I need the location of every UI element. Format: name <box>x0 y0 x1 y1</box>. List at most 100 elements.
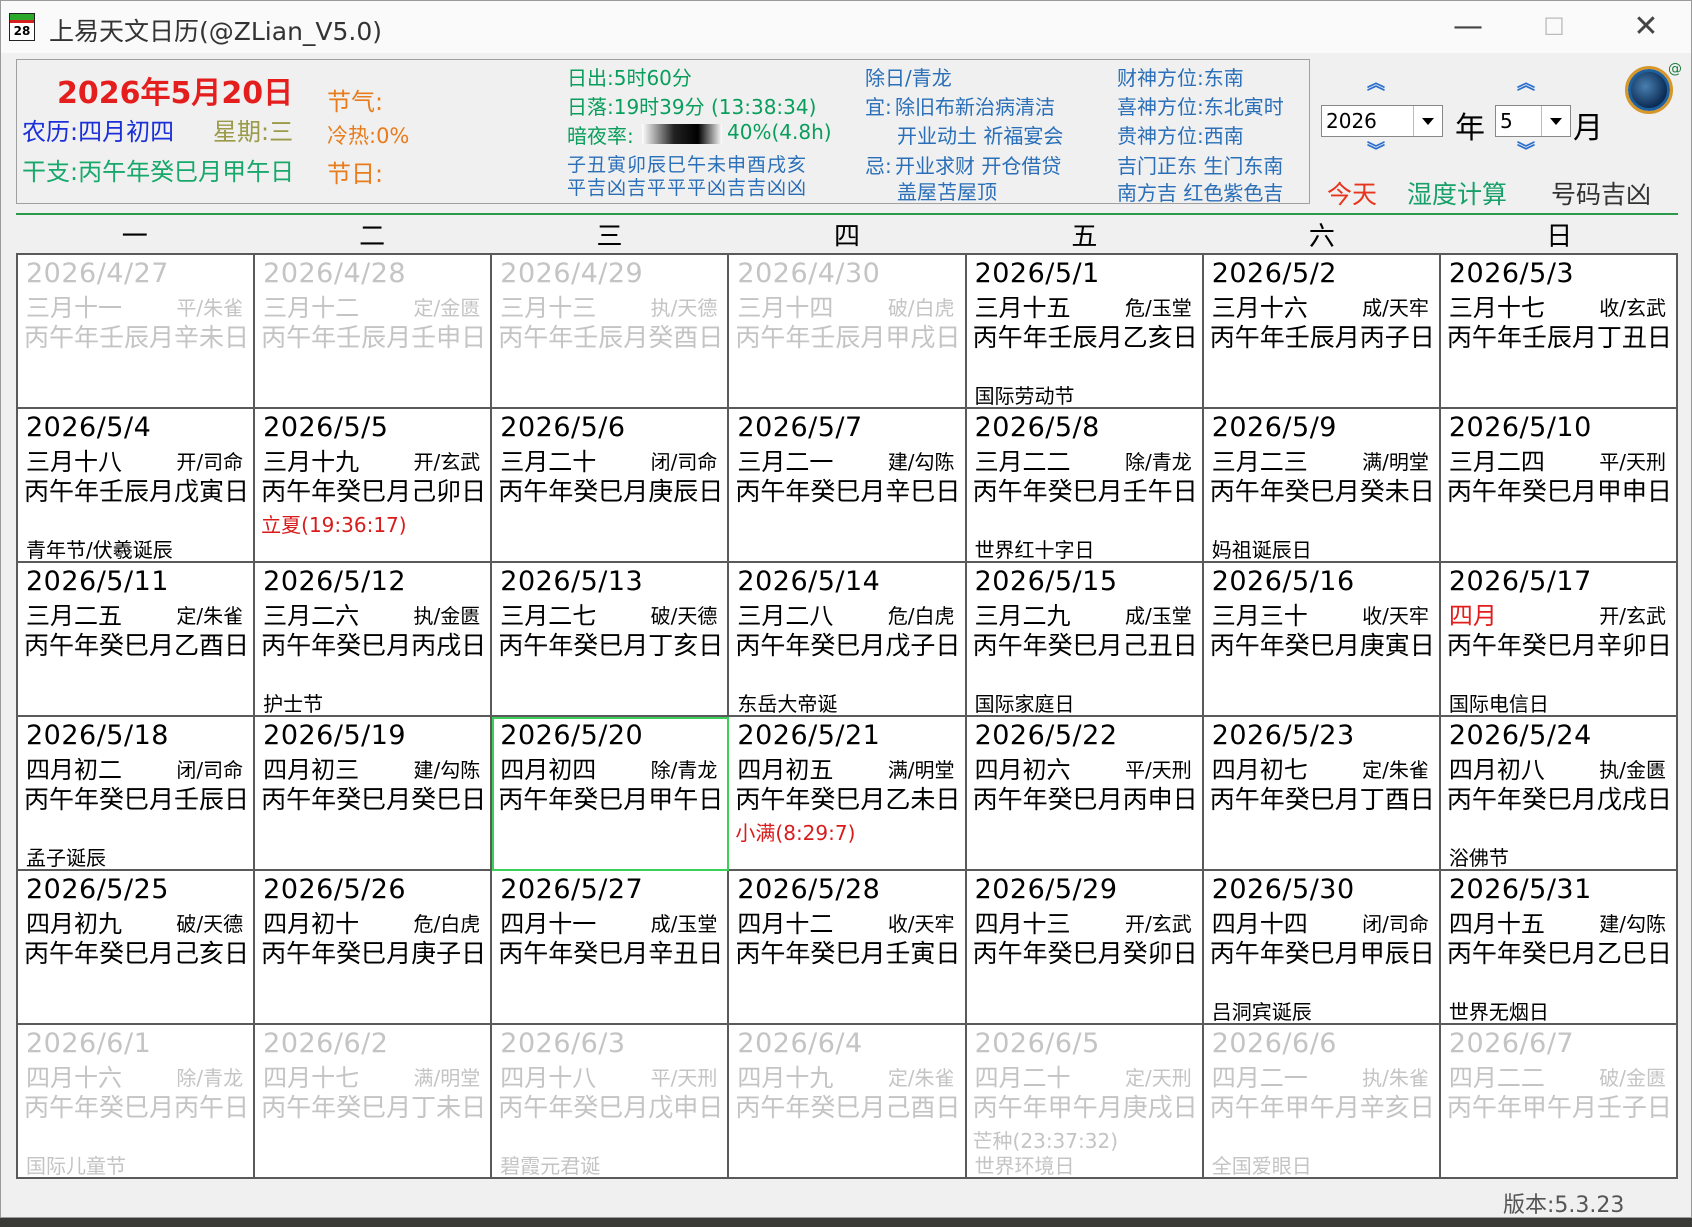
ganzhi-text: 丙午年癸巳月乙巳日 <box>1446 939 1672 968</box>
day-cell[interactable]: 2026/5/26 四月初十 危/白虎 丙午年癸巳月庚子日 <box>255 871 493 1025</box>
solar-date-text: 2026/6/3 <box>500 1028 626 1059</box>
day-cell[interactable]: 2026/5/6 三月二十 闭/司命 丙午年癸巳月庚辰日 <box>492 409 730 563</box>
day-cell[interactable]: 2026/5/16 三月三十 收/天牢 丙午年癸巳月庚寅日 <box>1203 563 1441 717</box>
day-cell[interactable]: 2026/5/29 四月十三 开/玄武 丙午年癸巳月癸卯日 <box>966 871 1204 1025</box>
year-down-icon[interactable]: ︾ <box>1367 137 1385 163</box>
ganzhi-text: 丙午年癸巳月戊子日 <box>735 631 961 660</box>
day-cell[interactable]: 2026/5/7 三月二一 建/勾陈 丙午年癸巳月辛巳日 <box>729 409 967 563</box>
ganzhi-text: 丙午年癸巳月甲午日 <box>498 785 724 814</box>
day-cell[interactable]: 2026/6/7 四月二二 破/金匮 丙午年甲午月壬子日 <box>1440 1025 1678 1179</box>
day-cell[interactable]: 2026/5/28 四月十二 收/天牢 丙午年癸巳月壬寅日 <box>729 871 967 1025</box>
day-cell[interactable]: 2026/6/4 四月十九 定/朱雀 丙午年癸巳月己酉日 <box>729 1025 967 1179</box>
day-cell[interactable]: 2026/5/15 三月二九 成/玉堂 丙午年癸巳月己丑日 国际家庭日 <box>966 563 1204 717</box>
ganzhi-text: 丙午年癸巳月乙酉日 <box>24 631 250 660</box>
solar-date-text: 2026/5/30 <box>1211 874 1355 905</box>
day-cell[interactable]: 2026/5/27 四月十一 成/玉堂 丙午年癸巳月辛丑日 <box>492 871 730 1025</box>
festival-text: 国际劳动节 <box>974 384 1075 408</box>
humidity-button[interactable]: 湿度计算 <box>1407 175 1507 211</box>
solar-date-text: 2026/4/29 <box>500 258 644 289</box>
day-cell[interactable]: 2026/4/27 三月十一 平/朱雀 丙午年壬辰月辛未日 <box>18 255 256 409</box>
solar-date-text: 2026/5/21 <box>737 720 881 751</box>
ganzhi-text: 丙午年癸巳月己酉日 <box>735 1093 961 1122</box>
ganzhi-text: 丙午年壬辰月丁丑日 <box>1446 323 1672 352</box>
maximize-button[interactable]: ☐ <box>1529 7 1579 47</box>
day-cell[interactable]: 2026/5/9 三月二三 满/明堂 丙午年癸巳月癸未日 妈祖诞辰日 <box>1203 409 1441 563</box>
month-calendar: 一 二 三 四 五 六 日 2026/4/27 三月十一 平/朱雀 丙午年壬辰月辛未日… <box>16 217 1678 1179</box>
calendar-app-icon: 28 <box>9 13 35 41</box>
number-luck-button[interactable]: 号码吉凶 <box>1551 175 1651 211</box>
day-cell[interactable]: 2026/5/22 四月初六 平/天刑 丙午年癸巳月丙申日 <box>966 717 1204 871</box>
solar-date-text: 2026/4/27 <box>26 258 169 289</box>
avatar-at-badge: @ <box>1668 61 1682 77</box>
month-unit: 月 <box>1573 111 1603 146</box>
solar-date-text: 2026/5/13 <box>500 566 644 597</box>
day-cell[interactable]: 2026/5/14 三月二八 危/白虎 丙午年癸巳月戊子日 东岳大帝诞 <box>729 563 967 717</box>
close-button[interactable]: ✕ <box>1621 7 1671 47</box>
solar-date-text: 2026/5/26 <box>263 874 407 905</box>
day-grid: 2026/4/27 三月十一 平/朱雀 丙午年壬辰月辛未日 2026/4/28 三月十二定… <box>16 253 1678 1179</box>
day-cell[interactable]: 2026/5/8 三月二二 除/青龙 丙午年癸巳月壬午日 世界红十字日 <box>966 409 1204 563</box>
lunar-date: 农历:四月初四 <box>22 118 175 146</box>
day-officer-text: 除/青龙 <box>1124 450 1192 474</box>
day-cell[interactable]: 2026/6/2 四月十七 满/明堂 丙午年癸巳月丁未日 <box>255 1025 493 1179</box>
solar-date-text: 2026/5/28 <box>737 874 881 905</box>
title-bar[interactable]: 28 上易天文日历(@ZLian_V5.0) — ☐ ✕ <box>1 1 1691 53</box>
user-avatar[interactable] <box>1625 66 1673 114</box>
day-cell[interactable]: 2026/5/1 三月十五 危/玉堂 丙午年壬辰月乙亥日 国际劳动节 <box>966 255 1204 409</box>
day-cell[interactable]: 2026/5/13 三月二七 破/天德 丙午年癸巳月丁亥日 <box>492 563 730 717</box>
month-select[interactable]: 5 <box>1495 105 1571 137</box>
day-cell[interactable]: 2026/5/12 三月二六 执/金匮 丙午年癸巳月丙戌日 护士节 <box>255 563 493 717</box>
day-cell[interactable]: 2026/6/1 四月十六 除/青龙 丙午年癸巳月丙午日 国际儿童节 <box>18 1025 256 1179</box>
day-cell[interactable]: 2026/5/4 三月十八 开/司命 丙午年壬辰月戊寅日 青年节/伏羲诞辰 <box>18 409 256 563</box>
year-select[interactable]: 2026 <box>1321 105 1443 137</box>
day-cell[interactable]: 2026/5/30 四月十四 闭/司命 丙午年癸巳月甲辰日 吕洞宾诞辰 <box>1203 871 1441 1025</box>
solar-date-text: 2026/5/23 <box>1211 720 1355 751</box>
month-up-icon[interactable]: ︽ <box>1517 69 1535 95</box>
year-dropdown-arrow-icon[interactable] <box>1413 106 1442 136</box>
day-cell[interactable]: 2026/5/31 四月十五 建/勾陈 丙午年癸巳月乙巳日 世界无烟日 <box>1440 871 1678 1025</box>
day-cell[interactable]: 2026/5/24 四月初八 执/金匮 丙午年癸巳月戊戌日 浴佛节 <box>1440 717 1678 871</box>
day-officer-text: 成/玉堂 <box>650 912 718 936</box>
day-cell[interactable]: 2026/5/10 三月二四 平/天刑 丙午年癸巳月甲申日 <box>1440 409 1678 563</box>
day-cell[interactable]: 2026/6/6 四月二一 执/朱雀 丙午年甲午月辛亥日 全国爱眼日 <box>1203 1025 1441 1179</box>
day-cell[interactable]: 2026/5/25 四月初九 破/天德 丙午年癸巳月己亥日 <box>18 871 256 1025</box>
ganzhi-text: 丙午年癸巳月癸巳日 <box>261 785 487 814</box>
day-cell[interactable]: 2026/5/19 四月初三 建/勾陈 丙午年癸巳月癸巳日 <box>255 717 493 871</box>
ganzhi-text: 丙午年癸巳月己卯日 <box>261 477 487 506</box>
day-cell[interactable]: 2026/4/28 三月十二 定/金匮 丙午年壬辰月壬申日 <box>255 255 493 409</box>
day-cell[interactable]: 2026/5/2 三月十六 成/天牢 丙午年壬辰月丙子日 <box>1203 255 1441 409</box>
day-cell[interactable]: 2026/4/29 三月十三 执/天德 丙午年壬辰月癸酉日 <box>492 255 730 409</box>
ganzhi-text: 丙午年壬辰月丙子日 <box>1209 323 1435 352</box>
ji-line-1: 开业求财 开仓借贷 <box>895 154 1062 178</box>
year-unit: 年 <box>1455 111 1485 146</box>
minimize-button[interactable]: — <box>1443 7 1493 47</box>
day-cell[interactable]: 2026/5/23 四月初七 定/朱雀 丙午年癸巳月丁酉日 <box>1203 717 1441 871</box>
day-cell[interactable]: 2026/5/5 三月十九 开/玄武 丙午年癸巳月己卯日 立夏(19:36:17) <box>255 409 493 563</box>
ganzhi-text: 丙午年癸巳月辛丑日 <box>498 939 724 968</box>
day-officer-text: 收/天牢 <box>1362 604 1429 628</box>
day-cell-today[interactable]: 2026/5/20 四月初四 除/青龙 丙午年癸巳月甲午日 <box>492 717 730 871</box>
year-up-icon[interactable]: ︽ <box>1367 69 1385 95</box>
day-cell[interactable]: 2026/6/3 四月十八 平/天刑 丙午年癸巳月戊申日 碧霞元君诞 <box>492 1025 730 1179</box>
day-cell[interactable]: 2026/4/30 三月十四 破/白虎 丙午年壬辰月甲戌日 <box>729 255 967 409</box>
day-cell[interactable]: 2026/5/18 四月初二 闭/司命 丙午年癸巳月壬辰日 孟子诞辰 <box>18 717 256 871</box>
day-cell[interactable]: 2026/5/21 四月初五 满/明堂 丙午年癸巳月乙未日 小满(8:29:7) <box>729 717 967 871</box>
solar-date-text: 2026/5/27 <box>500 874 644 905</box>
ganzhi-text: 丙午年壬辰月戊寅日 <box>24 477 250 506</box>
day-officer-text: 除/青龙 <box>176 1066 244 1090</box>
day-god: 除日/青龙 <box>865 66 952 90</box>
festival-text: 国际儿童节 <box>26 1154 126 1178</box>
month-down-icon[interactable]: ︾ <box>1517 137 1535 163</box>
solar-date-text: 2026/5/2 <box>1211 258 1337 289</box>
month-dropdown-arrow-icon[interactable] <box>1541 106 1570 136</box>
solar-date-text: 2026/5/7 <box>737 412 863 443</box>
day-cell[interactable]: 2026/6/5 四月二十 定/天刑 丙午年甲午月庚戌日 芒种(23:37:32) 世界环… <box>966 1025 1204 1179</box>
day-cell[interactable]: 2026/5/11 三月二五 定/朱雀 丙午年癸巳月乙酉日 <box>18 563 256 717</box>
solar-date-text: 2026/5/9 <box>1211 412 1337 443</box>
app-icon-number: 28 <box>13 24 31 38</box>
today-button[interactable]: 今天 <box>1327 175 1377 211</box>
ganzhi-text: 丙午年癸巳月癸卯日 <box>972 939 1198 968</box>
day-cell[interactable]: 2026/5/3 三月十七 收/玄武 丙午年壬辰月丁丑日 <box>1440 255 1678 409</box>
day-officer-text: 建/勾陈 <box>413 758 481 782</box>
day-cell[interactable]: 2026/5/17 四月 开/玄武 丙午年癸巳月辛卯日 国际电信日 <box>1440 563 1678 717</box>
